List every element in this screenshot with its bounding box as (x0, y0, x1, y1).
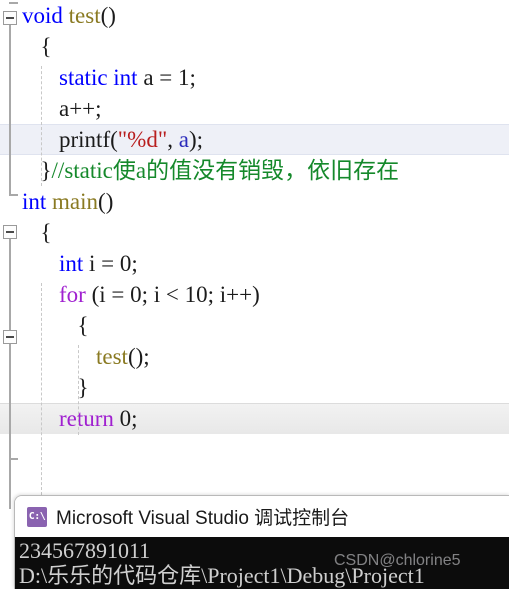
token-pln: (i = (85, 282, 131, 307)
token-str: "%d" (117, 127, 168, 152)
token-punc: ( (110, 127, 118, 152)
token-var: a (178, 127, 189, 152)
line-int-i[interactable]: int i = 0; (0, 248, 509, 279)
console-output-line: 234567891011 (19, 538, 151, 563)
token-num: 1 (178, 65, 190, 90)
line-close-comment[interactable]: }//static使a的值没有销毁，依旧存在 (0, 155, 509, 186)
line-return-zero[interactable]: return 0; (0, 403, 509, 434)
token-num: 0 (119, 406, 132, 431)
token-cmt: //static使a的值没有销毁，依旧存在 (51, 158, 400, 183)
token-pln: a = (137, 65, 179, 90)
line-a-increment[interactable]: a++; (0, 93, 509, 124)
token-pln: i = (83, 251, 120, 276)
token-num: 10 (184, 282, 208, 307)
token-punc: { (40, 34, 52, 59)
token-fn: main (52, 189, 99, 214)
indent-guide (78, 345, 80, 435)
token-kw: static (59, 65, 108, 90)
token-punc: { (40, 220, 52, 245)
code-text: { (78, 310, 89, 341)
token-num: 0 (130, 282, 142, 307)
line-open-brace-3[interactable]: { (0, 310, 509, 341)
code-text: { (41, 31, 52, 62)
line-close-brace-3[interactable]: } (0, 372, 509, 403)
token-punc: ; (189, 65, 196, 90)
token-kw: int (59, 251, 84, 276)
code-text: int main() (22, 186, 113, 217)
debug-console-window[interactable]: C:\ Microsoft Visual Studio 调试控制台 234567… (14, 495, 509, 589)
token-pln: a++; (59, 96, 102, 121)
code-text: printf("%d", a); (59, 125, 203, 154)
fold-guide-main (9, 239, 11, 509)
fold-guide-test (9, 25, 11, 195)
code-text: return 0; (59, 404, 138, 434)
code-lines: void test(){static int a = 1; a++; printf(… (0, 0, 509, 434)
token-pln: , (167, 127, 179, 152)
console-output-area[interactable]: 234567891011 D:\乐乐的代码仓库\Project1\Debug\P… (15, 537, 509, 589)
code-text: for (i = 0; i < 10; i++) (59, 279, 260, 310)
line-for-loop[interactable]: for (i = 0; i < 10; i++) (0, 279, 509, 310)
token-kw2: return (59, 406, 114, 431)
line-printf[interactable]: printf("%d", a); (0, 124, 509, 155)
token-punc: { (77, 313, 89, 338)
code-text: void test() (22, 0, 116, 31)
line-open-brace-2[interactable]: { (0, 217, 509, 248)
fold-end-test (9, 194, 18, 196)
token-kw: void (22, 3, 63, 28)
code-text: { (41, 217, 52, 248)
code-text: a++; (59, 93, 102, 124)
fold-toggle-test[interactable] (3, 11, 17, 25)
console-window-title: Microsoft Visual Studio 调试控制台 (56, 508, 350, 529)
console-cmd-icon: C:\ (27, 506, 47, 527)
token-pln: ; i++) (207, 282, 260, 307)
line-static-int-a[interactable]: static int a = 1; (0, 62, 509, 93)
token-punc: ); (188, 127, 203, 152)
token-punc: () (98, 189, 114, 214)
token-pln: ; i < (141, 282, 185, 307)
code-text: test(); (96, 341, 150, 372)
token-punc: (); (127, 344, 150, 369)
token-kw: int (22, 189, 47, 214)
token-pln: printf (59, 127, 111, 152)
fold-toggle-main[interactable] (3, 225, 17, 239)
line-test-call[interactable]: test(); (0, 341, 509, 372)
indent-guide (41, 283, 43, 500)
code-text: int i = 0; (59, 248, 138, 279)
fold-toggle-for[interactable] (3, 330, 17, 344)
indent-guide (41, 66, 43, 186)
token-kw: int (113, 65, 138, 90)
line-open-brace-1[interactable]: { (0, 31, 509, 62)
code-text: }//static使a的值没有销毁，依旧存在 (41, 155, 400, 186)
line-void-test[interactable]: void test() (0, 0, 509, 31)
token-punc: ; (131, 251, 138, 276)
code-text: static int a = 1; (59, 62, 196, 93)
token-punc: ; (131, 406, 138, 431)
token-num: 0 (119, 251, 132, 276)
fold-end-for (9, 458, 18, 460)
console-cmd-icon-glyph: C:\ (28, 510, 46, 522)
console-titlebar[interactable]: C:\ Microsoft Visual Studio 调试控制台 (15, 496, 509, 537)
token-kw2: for (59, 282, 86, 307)
fold-end-top (9, 2, 18, 4)
console-output-line: D:\乐乐的代码仓库\Project1\Debug\Project1 (19, 563, 425, 588)
token-fn: test (68, 3, 101, 28)
token-punc: () (100, 3, 116, 28)
token-fn: test (96, 344, 128, 369)
line-int-main[interactable]: int main() (0, 186, 509, 217)
